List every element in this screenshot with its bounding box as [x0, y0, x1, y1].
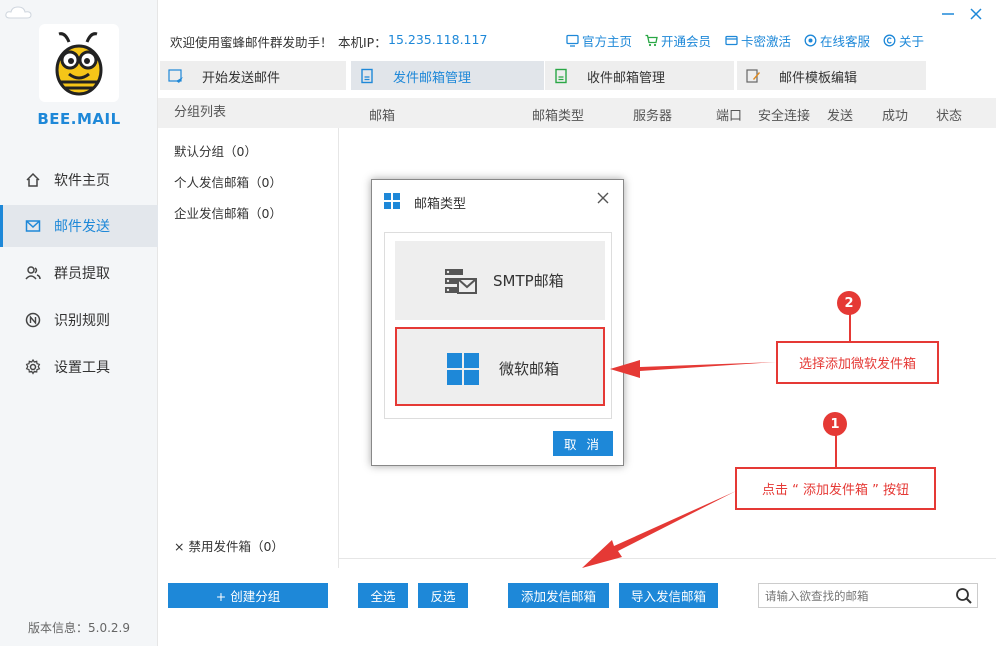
column-success: 成功: [882, 109, 909, 124]
activation-link[interactable]: 卡密激活: [724, 31, 791, 50]
sidebar-item-label: 识别规则: [54, 313, 110, 329]
copyright-icon: [882, 34, 896, 48]
card-icon: [724, 34, 738, 48]
step-1-callout: 点击 “ 添加发件箱 ” 按钮: [735, 467, 936, 510]
search-input[interactable]: [759, 584, 949, 607]
edit-icon: [746, 69, 760, 83]
sidebar-item-mail-send[interactable]: 邮件发送: [0, 205, 158, 247]
mail-icon: [24, 217, 42, 235]
monitor-icon: [565, 34, 579, 48]
brand-name: BEE.MAIL: [37, 110, 121, 128]
users-icon: [24, 264, 42, 282]
bee-logo: [39, 24, 119, 102]
ip-value: 15.235.118.117: [388, 32, 488, 47]
close-icon[interactable]: [596, 191, 610, 205]
server-mail-icon: [445, 269, 477, 294]
smtp-option-label: SMTP邮箱: [493, 272, 564, 290]
microsoft-logo-icon: [447, 353, 479, 385]
sidebar-item-extract-members[interactable]: 群员提取: [0, 252, 158, 294]
column-server: 服务器: [633, 109, 673, 124]
divider: [339, 558, 996, 559]
top-bar: 欢迎使用蜜蜂邮件群发助手！ 本机IP： 15.235.118.117 官方主页 …: [158, 28, 996, 52]
document-icon: [361, 68, 373, 84]
sidebar-item-label: 软件主页: [54, 173, 110, 189]
column-port: 端口: [716, 109, 743, 124]
tab-start-sending[interactable]: 开始发送邮件: [160, 61, 346, 90]
create-group-button[interactable]: + 创建分组: [168, 583, 328, 608]
step-1-badge: 1: [823, 412, 847, 436]
add-sender-button[interactable]: 添加发信邮箱: [508, 583, 609, 608]
cancel-button[interactable]: 取 消: [553, 431, 613, 456]
column-ssl: 安全连接: [758, 109, 811, 124]
group-item-personal[interactable]: 个人发信邮箱（0）: [174, 172, 282, 191]
membership-link[interactable]: 开通会员: [644, 31, 711, 50]
about-link[interactable]: 关于: [882, 31, 924, 50]
cart-icon: [644, 34, 658, 48]
sidebar: BEE.MAIL 软件主页 邮件发送 群员提取 识别规则 设置工具 版本信息：5…: [0, 0, 158, 646]
mailbox-type-dialog: 邮箱类型 SMTP邮箱 微软邮箱 取 消: [371, 179, 624, 466]
support-link[interactable]: 在线客服: [803, 31, 870, 50]
official-site-link[interactable]: 官方主页: [565, 31, 632, 50]
column-sent: 发送: [827, 109, 854, 124]
sidebar-item-home[interactable]: 软件主页: [0, 159, 158, 201]
minimize-icon[interactable]: [940, 6, 956, 22]
search-icon[interactable]: [955, 587, 973, 605]
column-status: 状态: [936, 109, 963, 124]
sidebar-item-rules[interactable]: 识别规则: [0, 299, 158, 341]
gear-icon: [24, 358, 42, 376]
column-email: 邮箱: [369, 109, 396, 124]
dialog-title: 邮箱类型: [414, 197, 467, 212]
sidebar-item-label: 群员提取: [54, 266, 110, 282]
sidebar-item-label: 邮件发送: [54, 219, 110, 235]
option-list: SMTP邮箱 微软邮箱: [384, 232, 612, 419]
sidebar-item-label: 设置工具: [54, 360, 110, 376]
windows-logo-icon: [384, 193, 400, 209]
tab-template-editor[interactable]: 邮件模板编辑: [737, 61, 926, 90]
tab-recipient-management[interactable]: 收件邮箱管理: [545, 61, 734, 90]
welcome-text: 欢迎使用蜜蜂邮件群发助手！: [170, 35, 333, 50]
group-item-disabled[interactable]: × 禁用发件箱（0）: [174, 536, 284, 555]
cloud-icon: [5, 6, 32, 19]
group-list-header: 分组列表: [158, 98, 339, 128]
headset-icon: [803, 34, 817, 48]
microsoft-option-label: 微软邮箱: [499, 360, 560, 378]
send-icon: [168, 69, 183, 83]
step-2-callout: 选择添加微软发件箱: [776, 341, 939, 384]
group-item-enterprise[interactable]: 企业发信邮箱（0）: [174, 203, 282, 222]
invert-selection-button[interactable]: 反选: [418, 583, 468, 608]
smtp-option[interactable]: SMTP邮箱: [395, 241, 605, 320]
step-2-badge: 2: [837, 291, 861, 315]
group-panel: 分组列表 默认分组（0） 个人发信邮箱（0） 企业发信邮箱（0） × 禁用发件箱…: [158, 98, 339, 568]
version-info: 版本信息：5.0.2.9: [28, 621, 130, 635]
rule-icon: [24, 311, 42, 329]
search-box: [758, 583, 978, 608]
tab-sender-management[interactable]: 发件邮箱管理: [351, 61, 544, 90]
column-type: 邮箱类型: [532, 109, 585, 124]
sidebar-item-settings[interactable]: 设置工具: [0, 346, 158, 388]
microsoft-option[interactable]: 微软邮箱: [395, 327, 605, 406]
ip-label: 本机IP：: [338, 35, 387, 50]
select-all-button[interactable]: 全选: [358, 583, 408, 608]
table-header: 邮箱 邮箱类型 服务器 端口 安全连接 发送 成功 状态: [339, 98, 996, 128]
import-sender-button[interactable]: 导入发信邮箱: [619, 583, 718, 608]
document-green-icon: [555, 68, 567, 84]
home-icon: [24, 171, 42, 189]
close-icon[interactable]: [968, 6, 984, 22]
group-item-default[interactable]: 默认分组（0）: [174, 141, 257, 160]
